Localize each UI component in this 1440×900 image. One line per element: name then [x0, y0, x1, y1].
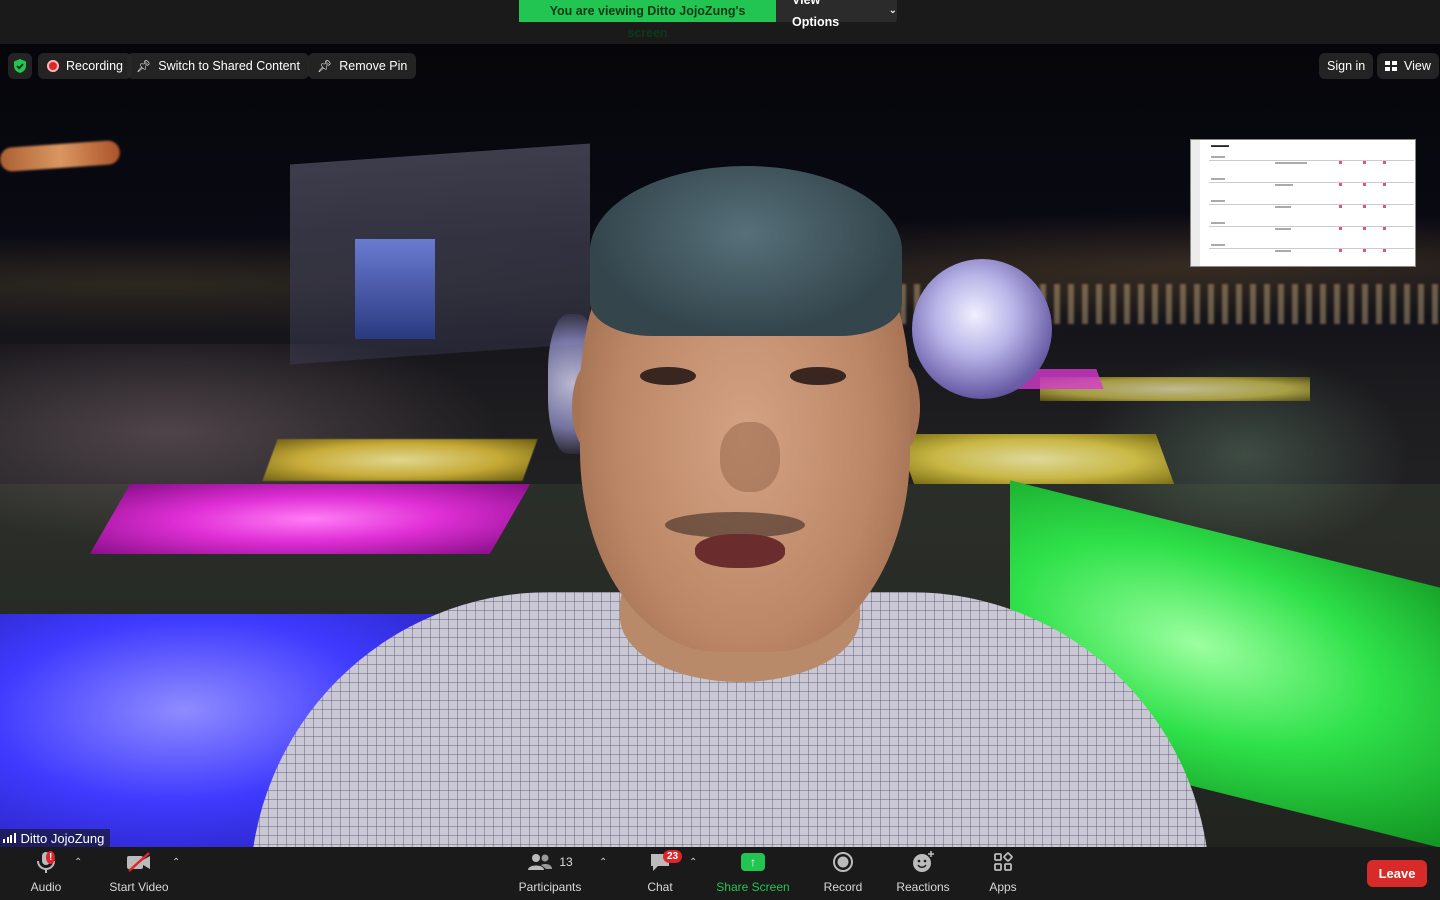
sign-in-button[interactable]: Sign in [1319, 53, 1374, 79]
reactions-label: Reactions [896, 880, 950, 894]
shield-check-icon [14, 59, 26, 73]
shared-content-thumbnail[interactable]: ▬▬▬ [1190, 139, 1416, 267]
view-options-label: View Options [792, 0, 840, 29]
chat-unread-badge: 23 [663, 850, 683, 863]
participants-options-caret-up-icon[interactable]: ⌃ [599, 857, 607, 868]
thumbnail-checkbox [1383, 227, 1386, 230]
thumbnail-checkbox [1363, 227, 1366, 230]
thumbnail-checkbox [1383, 183, 1386, 186]
grid-icon [1385, 61, 1397, 71]
video-off-icon [127, 852, 150, 872]
participants-button[interactable]: 13 Participants [516, 847, 584, 900]
audio-label: Audio [30, 880, 62, 894]
thumbnail-sidebar [1191, 140, 1200, 266]
thumbnail-checkbox [1339, 161, 1342, 164]
recording-indicator[interactable]: Recording [38, 53, 132, 79]
chevron-down-icon: ⌄ [888, 5, 897, 16]
participant-person [250, 166, 1210, 847]
participants-label: Participants [518, 880, 582, 894]
thumbnail-checkbox [1383, 205, 1386, 208]
viewing-screen-label: You are viewing Ditto JojoZung's screen [519, 0, 776, 40]
mouth [695, 534, 785, 568]
thumbnail-checkbox [1339, 249, 1342, 252]
leave-button[interactable]: Leave [1367, 860, 1427, 887]
chat-label: Chat [647, 880, 673, 894]
remove-pin-label: Remove Pin [339, 59, 408, 73]
thumbnail-checkbox [1339, 227, 1342, 230]
apps-icon [994, 852, 1013, 871]
thumbnail-checkbox [1383, 161, 1386, 164]
view-options-button[interactable]: View Options ⌄ [776, 0, 897, 29]
thumbnail-text [1211, 200, 1225, 202]
share-banner: You are viewing Ditto JojoZung's screen … [519, 0, 897, 40]
thumbnail-checkbox [1363, 249, 1366, 252]
apps-button[interactable]: Apps [984, 847, 1022, 900]
thumbnail-checkbox [1383, 249, 1386, 252]
light-streak [0, 139, 121, 173]
thumbnail-text [1275, 206, 1291, 208]
share-screen-icon: ↑ [741, 853, 765, 871]
view-label: View [1404, 59, 1431, 73]
meeting-toolbar: Audio ! ⌃ Start Video ⌃ 13 Participants … [0, 847, 1440, 900]
participants-icon [528, 854, 553, 870]
thumbnail-text [1275, 162, 1307, 164]
thumbnail-text [1211, 156, 1225, 158]
thumbnail-checkbox [1363, 183, 1366, 186]
thumbnail-checkbox [1363, 205, 1366, 208]
video-options-caret-up-icon[interactable]: ⌃ [172, 857, 180, 868]
participant-name-tag: Ditto JojoZung [0, 829, 111, 847]
record-label: Record [823, 880, 863, 894]
thumbnail-text [1275, 250, 1291, 252]
start-video-label: Start Video [109, 880, 169, 894]
recording-label: Recording [66, 59, 123, 73]
record-button-icon [833, 852, 853, 872]
hair [590, 166, 902, 336]
signal-bars-icon [3, 833, 16, 843]
sign-in-label: Sign in [1327, 59, 1366, 73]
chat-options-caret-up-icon[interactable]: ⌃ [689, 857, 697, 868]
record-button[interactable]: Record [820, 847, 866, 900]
participant-name: Ditto JojoZung [20, 830, 105, 846]
reactions-button[interactable]: Reactions [894, 847, 952, 900]
audio-options-caret-up-icon[interactable]: ⌃ [74, 857, 82, 868]
reactions-icon [913, 851, 934, 872]
remove-pin-button[interactable]: 📌︎ Remove Pin [308, 53, 417, 79]
pin-icon: 📌︎ [317, 59, 333, 73]
top-bar: You are viewing Ditto JojoZung's screen … [0, 0, 1440, 44]
thumbnail-text [1211, 178, 1225, 180]
eye [640, 367, 696, 385]
nose [720, 422, 780, 492]
thumbnail-title: ▬▬▬ [1211, 143, 1229, 149]
thumbnail-text [1211, 222, 1225, 224]
thumbnail-checkbox [1339, 183, 1342, 186]
thumbnail-checkbox [1363, 161, 1366, 164]
security-shield-button[interactable] [8, 53, 32, 79]
thumbnail-text [1211, 244, 1225, 246]
participants-count: 13 [559, 855, 573, 869]
share-screen-button[interactable]: ↑ Share Screen [716, 847, 790, 900]
thumbnail-text [1275, 228, 1291, 230]
share-screen-label: Share Screen [716, 880, 790, 894]
thumbnail-checkbox [1339, 205, 1342, 208]
switch-to-shared-content-button[interactable]: 📌︎ Switch to Shared Content [127, 53, 309, 79]
thumbnail-text [1275, 184, 1293, 186]
record-icon [47, 60, 59, 72]
pin-icon: 📌︎ [136, 59, 152, 73]
eye [790, 367, 846, 385]
view-button[interactable]: View [1377, 53, 1439, 79]
start-video-button[interactable]: Start Video [106, 847, 172, 900]
switch-label: Switch to Shared Content [158, 59, 300, 73]
apps-label: Apps [989, 880, 1017, 894]
